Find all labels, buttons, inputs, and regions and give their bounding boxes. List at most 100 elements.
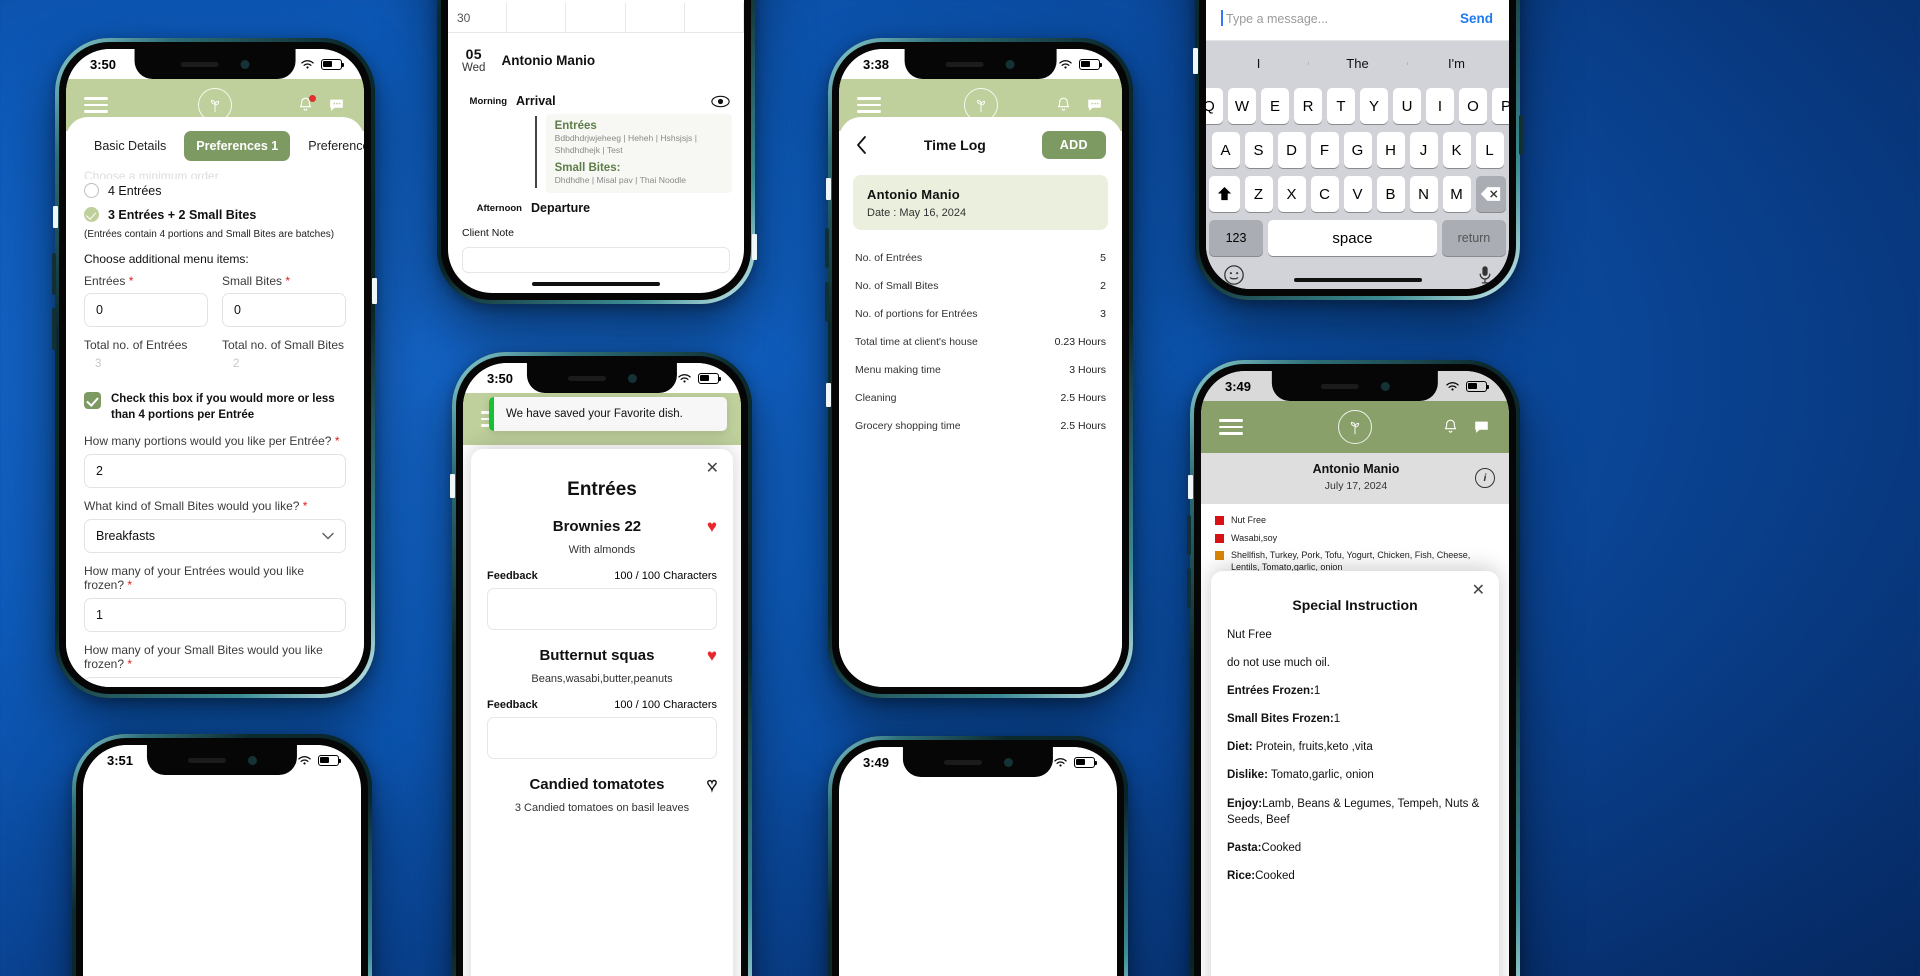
key-d[interactable]: D <box>1277 132 1306 168</box>
calendar-cell[interactable] <box>684 3 744 33</box>
client-card[interactable]: Antonio Manio Date : May 16, 2024 <box>853 175 1108 230</box>
feedback-textarea[interactable] <box>487 717 717 759</box>
key-w[interactable]: W <box>1228 88 1256 124</box>
favorite-heart-icon[interactable]: ♥ <box>707 647 717 664</box>
key-r[interactable]: R <box>1294 88 1322 124</box>
allergy-text: Nut Free <box>1231 515 1267 525</box>
row-label: No. of Small Bites <box>855 280 939 292</box>
day-number: 05 <box>465 46 482 62</box>
small-bites-kind-select[interactable]: Breakfasts <box>84 519 346 554</box>
phone-screen: 3:38 Time Log ADD Antonio Manio Date: M… <box>839 49 1122 687</box>
entrees-items: Bdbdhdrjwjeheeg | Heheh | Hshsjsjs | Shh… <box>554 133 697 155</box>
calendar-cell[interactable] <box>507 3 567 33</box>
calendar-cell[interactable] <box>625 3 685 33</box>
phone-screen: 3:51 <box>83 745 361 976</box>
info-icon[interactable]: i <box>1475 468 1495 488</box>
chat-icon[interactable] <box>1085 96 1104 114</box>
backspace-icon[interactable] <box>1475 176 1506 212</box>
close-icon[interactable]: ✕ <box>706 461 719 477</box>
microphone-icon[interactable] <box>1478 264 1492 289</box>
chat-icon[interactable] <box>1472 418 1491 436</box>
favorite-heart-icon[interactable]: ♥ <box>707 518 717 535</box>
key-f[interactable]: F <box>1310 132 1339 168</box>
client-date: Date : May 16, 2024 <box>867 207 967 219</box>
ios-keyboard[interactable]: I The I'm Q W E R T Y U I O P A S D F G … <box>1206 41 1509 289</box>
status-time: 3:49 <box>1225 378 1252 394</box>
key-g[interactable]: G <box>1343 132 1372 168</box>
chat-icon[interactable] <box>327 96 346 114</box>
entrees-frozen-input[interactable]: 1 <box>84 598 346 633</box>
key-c[interactable]: C <box>1310 176 1339 212</box>
key-b[interactable]: B <box>1376 176 1405 212</box>
bell-icon[interactable] <box>1442 418 1459 436</box>
suggestion-2[interactable]: I'm <box>1407 56 1506 71</box>
key-t[interactable]: T <box>1327 88 1355 124</box>
day-header: 05 Wed Antonio Manio <box>448 33 744 80</box>
message-input-bar[interactable]: Type a message... Send <box>1206 0 1509 41</box>
add-button[interactable]: ADD <box>1041 131 1106 159</box>
small-bites-frozen-input[interactable]: 1 <box>84 677 346 687</box>
timelog-list: No. of Entrées 5 No. of Small Bites 2 No… <box>839 244 1122 440</box>
wifi-icon <box>301 59 314 69</box>
key-m[interactable]: M <box>1442 176 1471 212</box>
radio-3-entrees-2-small-bites[interactable] <box>84 207 99 222</box>
message-input[interactable]: Type a message... <box>1220 9 1328 26</box>
key-s[interactable]: S <box>1244 132 1273 168</box>
key-q[interactable]: Q <box>1206 88 1223 124</box>
radio-4-entrees[interactable] <box>84 183 99 198</box>
menu-icon[interactable] <box>857 97 881 113</box>
suggestion-1[interactable]: The <box>1308 56 1407 71</box>
required-mark: * <box>128 274 134 288</box>
key-n[interactable]: N <box>1409 176 1438 212</box>
key-h[interactable]: H <box>1376 132 1405 168</box>
space-key[interactable]: space <box>1268 220 1437 256</box>
battery-icon <box>318 754 342 766</box>
key-k[interactable]: K <box>1442 132 1471 168</box>
feedback-textarea[interactable] <box>487 588 717 630</box>
bell-icon[interactable] <box>1055 96 1072 114</box>
menu-icon[interactable] <box>84 97 108 113</box>
emoji-icon[interactable] <box>1223 264 1245 289</box>
key-a[interactable]: A <box>1211 132 1240 168</box>
portions-checkbox[interactable] <box>84 392 101 409</box>
instruction-label: Enjoy: <box>1227 797 1263 810</box>
instruction-line: Nut Free <box>1227 629 1272 641</box>
key-i[interactable]: I <box>1426 88 1454 124</box>
eye-icon[interactable] <box>711 95 730 108</box>
close-icon[interactable]: ✕ <box>1472 583 1485 599</box>
key-e[interactable]: E <box>1261 88 1289 124</box>
row-value: 0.23 Hours <box>1054 336 1106 348</box>
small-bites-input[interactable]: 0 <box>222 293 346 327</box>
entrees-input[interactable]: 0 <box>84 293 208 327</box>
key-o[interactable]: O <box>1459 88 1487 124</box>
shift-icon[interactable] <box>1209 176 1240 212</box>
wifi-icon <box>678 373 691 383</box>
favorite-heart-icon[interactable]: ♥ <box>706 775 718 793</box>
tab-basic-details[interactable]: Basic Details <box>82 131 178 161</box>
content-sheet: Basic Details Preferences 1 Preferences … <box>66 117 364 687</box>
calendar-grid[interactable]: 30 <box>448 3 744 33</box>
keyboard-row-2: A S D F G H J K L <box>1209 132 1506 168</box>
key-l[interactable]: L <box>1475 132 1504 168</box>
phone-screen: 3:49 <box>1201 371 1509 976</box>
key-u[interactable]: U <box>1393 88 1421 124</box>
key-j[interactable]: J <box>1409 132 1438 168</box>
portions-input[interactable]: 2 <box>84 454 346 489</box>
send-button[interactable]: Send <box>1460 11 1493 26</box>
tab-preferences-1[interactable]: Preferences 1 <box>184 131 291 161</box>
client-note-input[interactable] <box>462 246 730 273</box>
calendar-cell[interactable] <box>566 3 626 33</box>
calendar-cell[interactable]: 30 <box>448 3 508 33</box>
key-z[interactable]: Z <box>1244 176 1273 212</box>
key-v[interactable]: V <box>1343 176 1372 212</box>
key-y[interactable]: Y <box>1360 88 1388 124</box>
total-small-bites-value: 2 <box>233 358 240 370</box>
tab-preferences-2[interactable]: Preferences 2 <box>296 131 364 161</box>
menu-icon[interactable] <box>1219 419 1243 435</box>
back-chevron-icon[interactable] <box>855 135 868 155</box>
return-key[interactable]: return <box>1441 220 1507 256</box>
key-x[interactable]: X <box>1277 176 1306 212</box>
suggestion-0[interactable]: I <box>1209 56 1308 71</box>
numbers-key[interactable]: 123 <box>1209 220 1264 256</box>
key-p[interactable]: P <box>1492 88 1509 124</box>
